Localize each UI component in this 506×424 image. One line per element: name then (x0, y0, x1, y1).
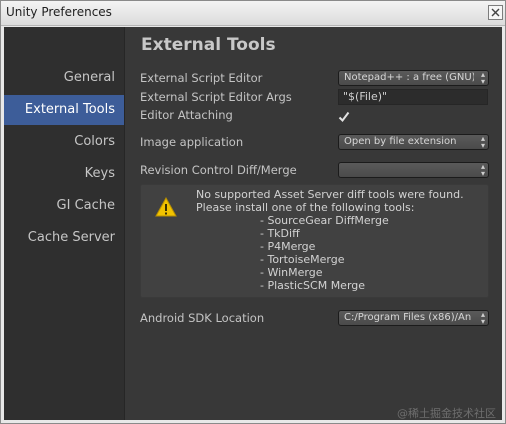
close-icon (491, 8, 500, 17)
sidebar-item-label: Cache Server (27, 230, 115, 245)
tool-list-item: - PlasticSCM Merge (260, 279, 366, 292)
revision-control-dropdown[interactable]: ▴ ▾ (338, 162, 489, 178)
window-title: Unity Preferences (6, 5, 112, 19)
page-title: External Tools (141, 35, 276, 55)
title-bar[interactable]: Unity Preferences (1, 1, 505, 26)
warning-icon (155, 197, 177, 217)
external-script-editor-args-field[interactable]: "$(File)" (338, 89, 488, 105)
watermark: @稀土掘金技术社区 (397, 407, 496, 420)
preferences-window: Unity Preferences General External Tools… (0, 0, 506, 424)
sidebar-item-gi-cache[interactable]: GI Cache (4, 191, 124, 221)
preferences-content: General External Tools Colors Keys GI Ca… (4, 27, 502, 420)
sidebar-item-label: Colors (74, 134, 115, 149)
updown-arrow-icon: ▴ ▾ (480, 70, 485, 86)
image-application-dropdown[interactable]: Open by file extension ▴ ▾ (338, 134, 489, 150)
help-message: Please install one of the following tool… (196, 201, 415, 214)
dropdown-value: Notepad++ : a free (GNU) (344, 72, 474, 83)
tool-list-item: - P4Merge (260, 240, 316, 253)
image-application-label: Image application (140, 135, 244, 149)
external-script-editor-args-label: External Script Editor Args (140, 90, 292, 104)
preferences-sidebar: General External Tools Colors Keys GI Ca… (4, 27, 125, 420)
sidebar-item-colors[interactable]: Colors (4, 127, 124, 157)
editor-attaching-label: Editor Attaching (140, 108, 233, 122)
external-script-editor-label: External Script Editor (140, 71, 263, 85)
sidebar-item-label: External Tools (24, 102, 115, 117)
sidebar-item-cache-server[interactable]: Cache Server (4, 223, 124, 253)
tool-list-item: - WinMerge (260, 266, 323, 279)
updown-arrow-icon: ▴ ▾ (480, 134, 485, 150)
tool-list-item: - TortoiseMerge (260, 253, 345, 266)
tool-list-item: - TkDiff (260, 227, 300, 240)
revision-control-label: Revision Control Diff/Merge (140, 163, 297, 177)
sidebar-item-general[interactable]: General (4, 63, 124, 93)
help-box: No supported Asset Server diff tools wer… (140, 184, 489, 298)
updown-arrow-icon: ▴ ▾ (480, 162, 485, 178)
external-tools-panel: External Tools External Script Editor No… (125, 27, 502, 420)
field-value: "$(File)" (343, 90, 388, 103)
dropdown-value: Open by file extension (344, 136, 457, 147)
close-button[interactable] (488, 5, 503, 20)
sidebar-item-label: Keys (84, 166, 115, 181)
sidebar-item-keys[interactable]: Keys (4, 159, 124, 189)
android-sdk-label: Android SDK Location (140, 311, 265, 325)
android-sdk-dropdown[interactable]: C:/Program Files (x86)/An ▴ ▾ (338, 310, 489, 326)
checkmark-icon (338, 111, 350, 123)
tool-list-item: - SourceGear DiffMerge (260, 214, 389, 227)
external-script-editor-dropdown[interactable]: Notepad++ : a free (GNU) ▴ ▾ (338, 70, 489, 86)
help-message: No supported Asset Server diff tools wer… (196, 188, 464, 201)
dropdown-value: C:/Program Files (x86)/An (344, 312, 472, 323)
updown-arrow-icon: ▴ ▾ (480, 310, 485, 326)
sidebar-item-external-tools[interactable]: External Tools (4, 95, 124, 125)
sidebar-item-label: General (63, 70, 115, 85)
sidebar-item-label: GI Cache (56, 198, 115, 213)
editor-attaching-checkbox[interactable] (338, 108, 350, 123)
